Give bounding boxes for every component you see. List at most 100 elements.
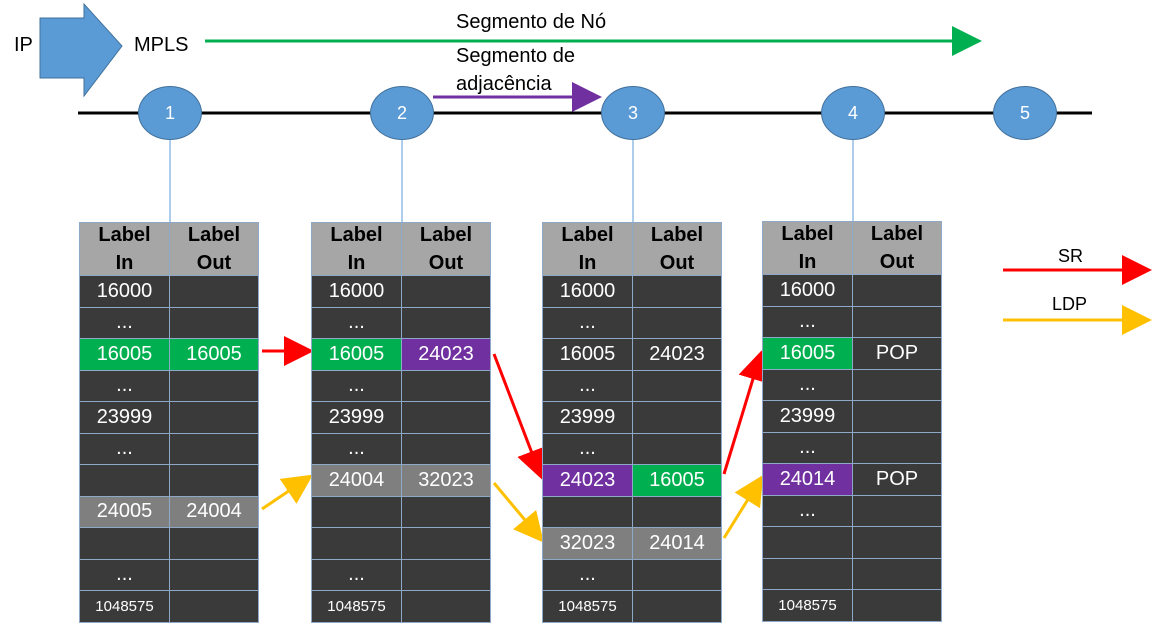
- label-out-cell: 16005: [169, 339, 258, 370]
- router-node-4: 4: [821, 86, 885, 140]
- table-row: 16005 16005: [80, 338, 258, 370]
- label-in-cell: ...: [348, 374, 365, 397]
- label-out-cell: [401, 307, 490, 338]
- label-in-cell: ...: [348, 563, 365, 586]
- ip-mpls-block-arrow: [39, 2, 123, 98]
- label-in-cell: ...: [579, 311, 596, 334]
- label-table-node-3: Label In Label Out 16000... 16005 24023... 2399…: [542, 222, 722, 623]
- table-row: 1048575: [80, 590, 258, 622]
- label-out-cell: [852, 401, 941, 432]
- label-out-cell: [852, 275, 941, 306]
- label-out-cell: [401, 276, 490, 307]
- adjacency-segment-label-line1: Segmento de: [456, 45, 575, 67]
- label-out-cell: [852, 590, 941, 621]
- ldp-arrow-2: [492, 482, 544, 543]
- table-header: Label In Label Out: [763, 222, 941, 274]
- label-out-cell: [852, 527, 941, 558]
- label-out-cell: [632, 433, 721, 464]
- label-in-cell: [763, 527, 852, 558]
- label-in-cell: ...: [116, 437, 133, 460]
- label-in-cell: 16005: [312, 339, 401, 370]
- label-in-cell: 23999: [559, 405, 616, 428]
- label-in-cell: 16005: [763, 338, 852, 369]
- header-text: Label: [419, 224, 473, 246]
- label-in-cell: [80, 528, 169, 559]
- label-out-cell: [169, 433, 258, 464]
- table-header: Label In Label Out: [543, 223, 721, 275]
- label-in-cell: 16000: [559, 279, 616, 302]
- table-row: ...: [543, 558, 721, 590]
- header-label-out: Label Out: [852, 222, 941, 274]
- header-text: Label: [98, 224, 151, 246]
- label-out-cell: 32023: [401, 465, 490, 496]
- label-out-cell: [632, 496, 721, 527]
- table-row: ...: [312, 558, 490, 590]
- label-in-cell: [543, 497, 632, 528]
- table-row: [80, 527, 258, 559]
- label-out-cell: [401, 528, 490, 559]
- header-label-in: Label In: [312, 223, 401, 275]
- header-text: Label: [330, 224, 383, 246]
- legend-ldp-label: LDP: [1052, 294, 1088, 314]
- header-label-in: Label In: [763, 222, 852, 274]
- label-in-cell: ...: [799, 436, 816, 459]
- label-in-cell: ...: [348, 311, 365, 334]
- header-label-in: Label In: [543, 223, 632, 275]
- label-in-cell: 16000: [328, 279, 385, 302]
- table-row: ...: [763, 305, 941, 337]
- label-in-cell: 32023: [543, 528, 632, 559]
- label-out-cell: [401, 402, 490, 433]
- label-out-cell: 24023: [401, 339, 490, 370]
- label-in-cell: 1048575: [558, 597, 617, 615]
- table-row: 24023 16005: [543, 464, 721, 496]
- table-header: Label In Label Out: [80, 223, 258, 275]
- label-out-cell: [169, 528, 258, 559]
- label-out-cell: [401, 496, 490, 527]
- sr-arrow-3: [722, 350, 768, 475]
- label-in-cell: ...: [799, 499, 816, 522]
- label-out-cell: [852, 306, 941, 337]
- label-out-cell: [632, 276, 721, 307]
- header-text: Out: [428, 252, 464, 274]
- label-out-cell: [632, 402, 721, 433]
- label-out-cell: [852, 558, 941, 589]
- header-text: Out: [196, 252, 232, 274]
- sr-arrow-2: [492, 353, 546, 480]
- segment-routing-diagram: IP MPLS Segmento de Nó Segmento de adjac…: [0, 0, 1167, 626]
- ldp-arrow-1: [261, 474, 313, 511]
- table-row: 24004 32023: [312, 464, 490, 496]
- header-label-out: Label Out: [169, 223, 258, 275]
- table-row: 16000: [763, 274, 941, 306]
- ip-label: IP: [14, 34, 33, 56]
- node-segment-label: Segmento de Nó: [456, 11, 607, 33]
- router-node-2: 2: [370, 86, 434, 140]
- header-label-out: Label Out: [401, 223, 490, 275]
- table-row: ...: [543, 369, 721, 401]
- label-out-cell: [169, 402, 258, 433]
- table-header: Label In Label Out: [312, 223, 490, 275]
- table-row: 23999: [763, 400, 941, 432]
- label-in-cell: 24023: [543, 465, 632, 496]
- label-out-cell: 24014: [632, 528, 721, 559]
- label-out-cell: [852, 369, 941, 400]
- table-row: ...: [80, 369, 258, 401]
- label-out-cell: [401, 559, 490, 590]
- label-out-cell: [169, 307, 258, 338]
- header-text: In: [347, 252, 366, 274]
- header-text: Label: [561, 224, 614, 246]
- label-in-cell: ...: [116, 374, 133, 397]
- adjacency-segment-label-line2: adjacência: [456, 73, 552, 95]
- header-text: Label: [187, 224, 241, 246]
- router-node-1: 1: [138, 86, 202, 140]
- table-row: [80, 464, 258, 496]
- label-in-cell: [763, 559, 852, 590]
- label-in-cell: 16000: [779, 278, 836, 301]
- table-row: 16000: [543, 275, 721, 307]
- table-row: 16000: [80, 275, 258, 307]
- label-in-cell: ...: [799, 373, 816, 396]
- label-out-cell: [632, 559, 721, 590]
- label-out-cell: [401, 370, 490, 401]
- table-row: ...: [543, 306, 721, 338]
- label-in-cell: 23999: [779, 404, 836, 427]
- label-out-cell: [852, 495, 941, 526]
